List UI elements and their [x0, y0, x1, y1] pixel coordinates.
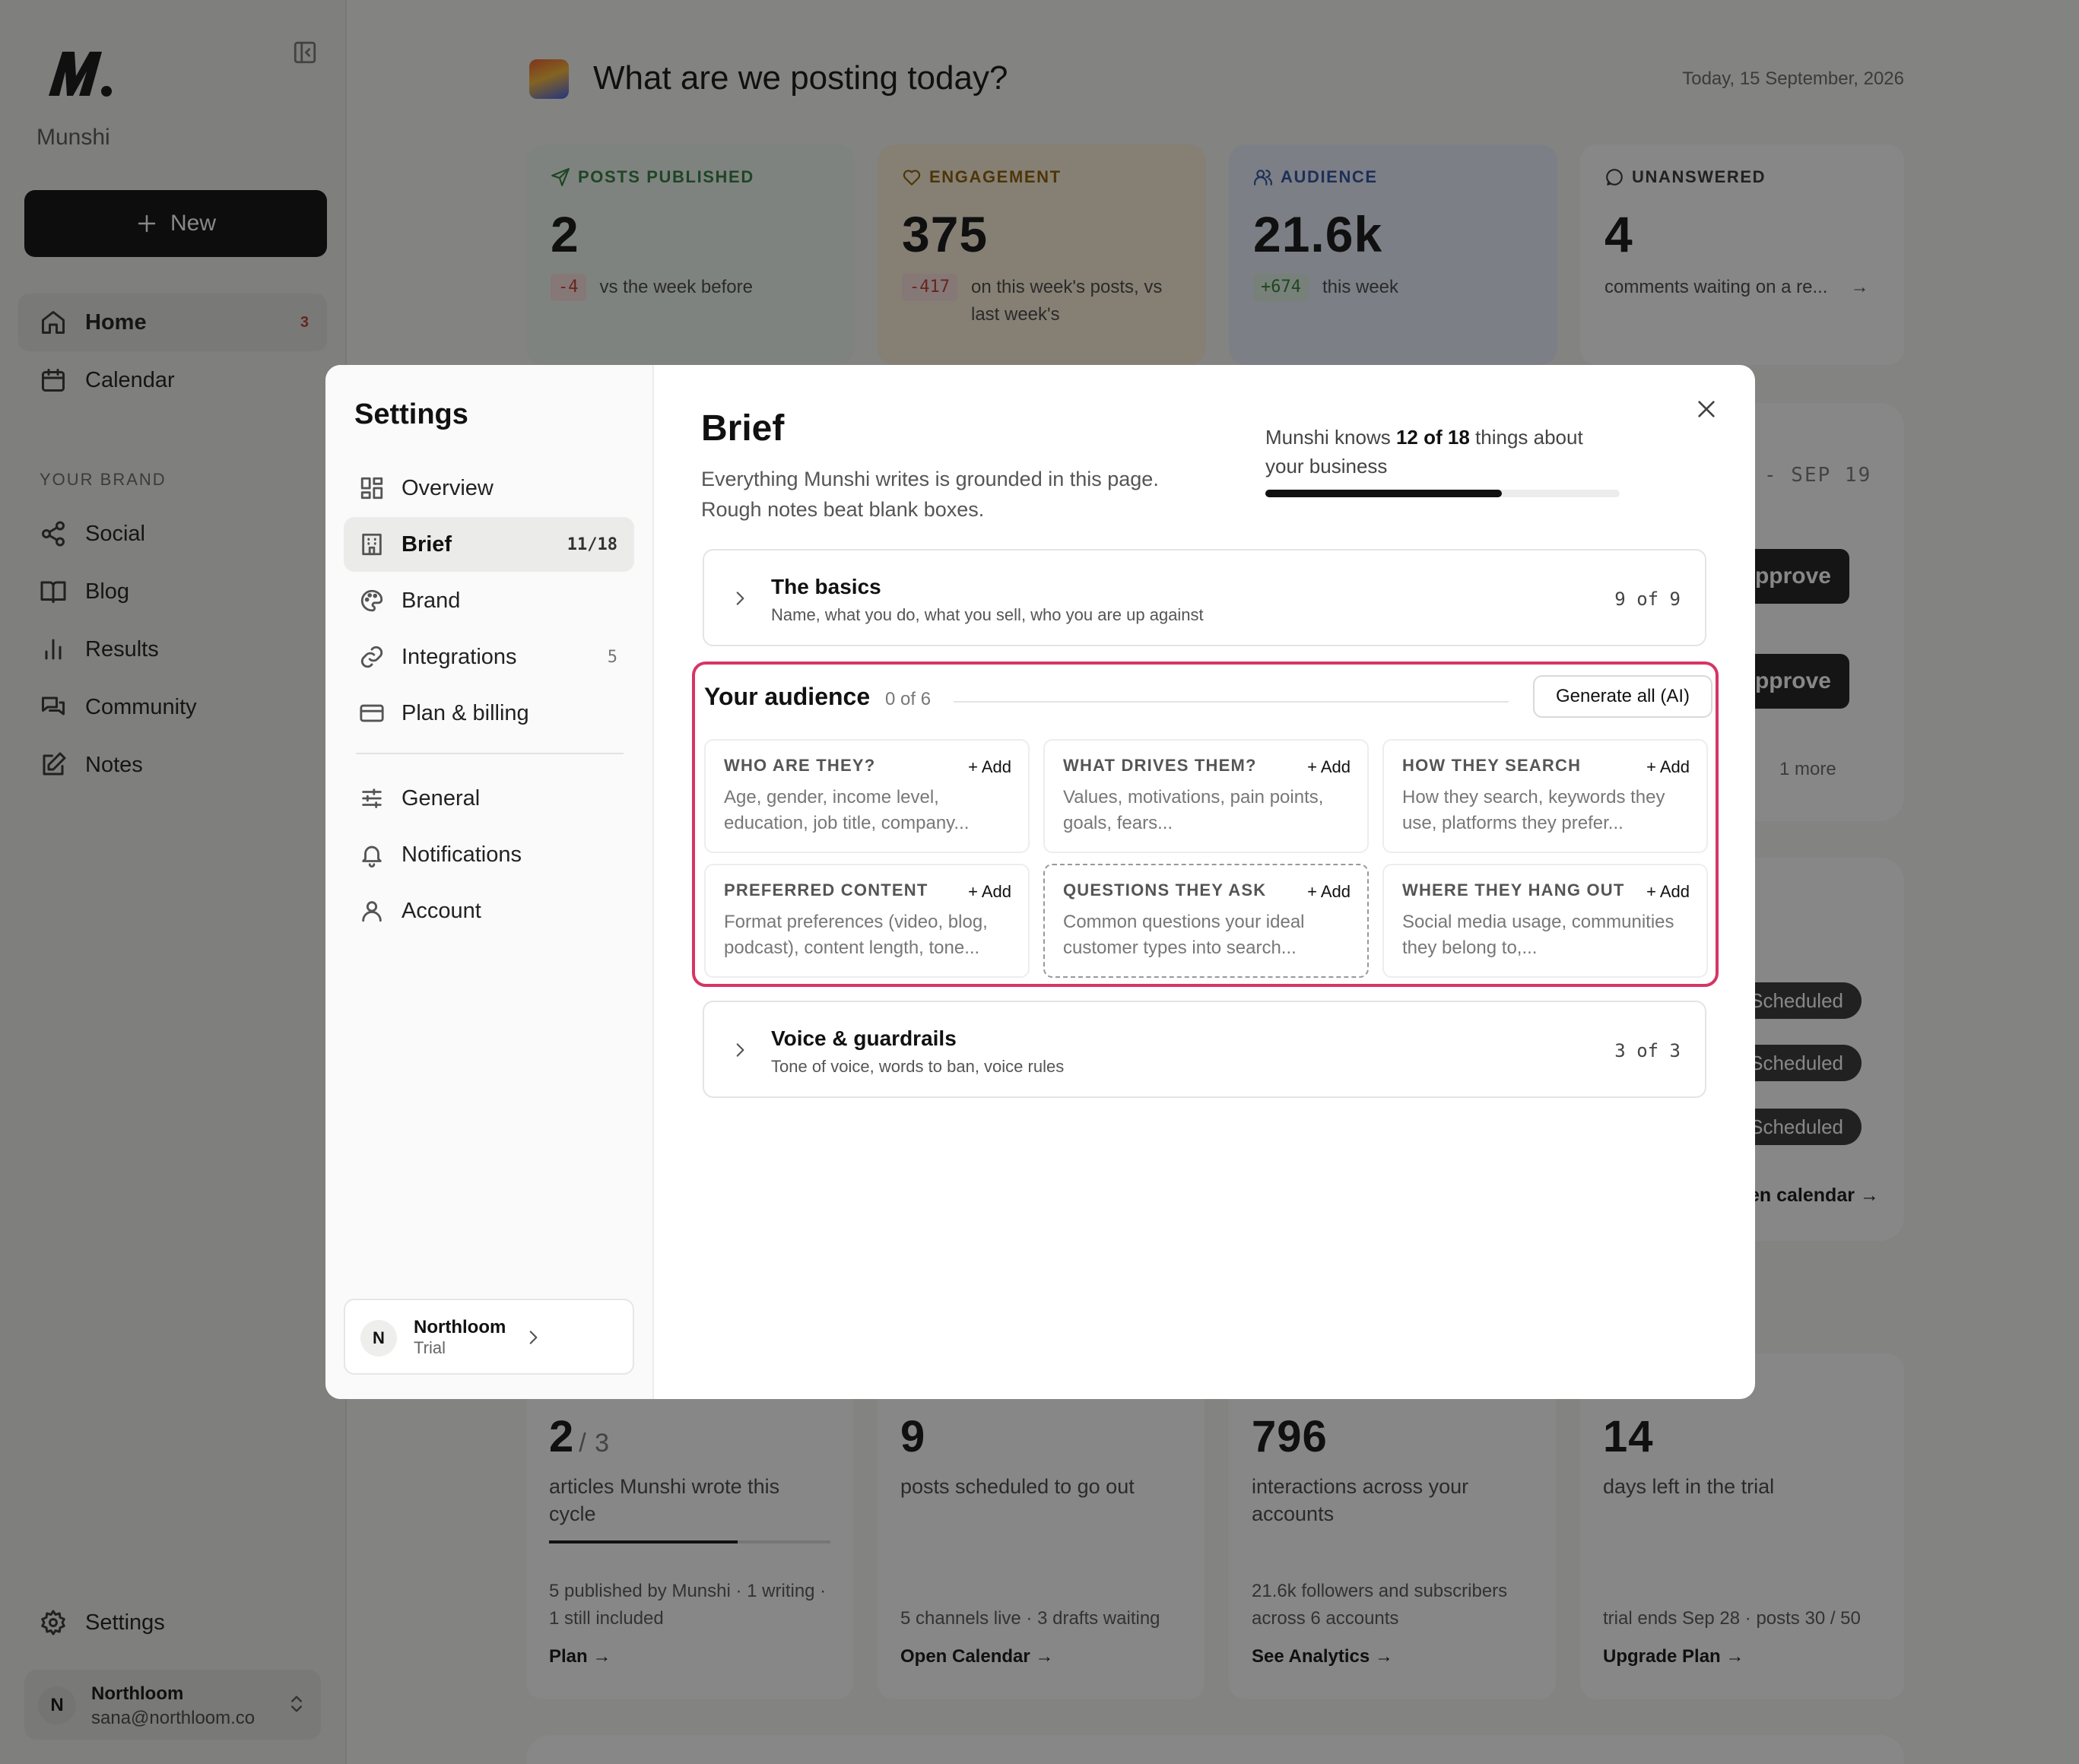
- knowledge-progress: [1265, 490, 1620, 497]
- section-count: 0 of 6: [885, 689, 932, 709]
- knowledge-summary: Munshi knows 12 of 18 things about your …: [1265, 423, 1623, 481]
- section-title: The basics: [771, 575, 881, 598]
- field-placeholder: Values, motivations, pain points, goals,…: [1063, 787, 1324, 833]
- add-button[interactable]: + Add: [1646, 757, 1690, 777]
- settings-nav-brief[interactable]: Brief 11/18: [344, 517, 634, 572]
- add-button[interactable]: + Add: [968, 882, 1011, 902]
- field-preferred-content[interactable]: PREFERRED CONTENT + Add Format preferenc…: [704, 864, 1030, 978]
- settings-nav-label: Account: [402, 898, 481, 923]
- add-button[interactable]: + Add: [1307, 757, 1351, 777]
- settings-nav-brand[interactable]: Brand: [344, 573, 634, 628]
- field-placeholder: How they search, keywords they use, plat…: [1402, 787, 1665, 833]
- field-label: QUESTIONS THEY ASK: [1063, 880, 1267, 899]
- user-icon: [359, 898, 385, 924]
- field-label: PREFERRED CONTENT: [724, 880, 928, 899]
- section-your-audience: Your audience 0 of 6 Generate all (AI) W…: [692, 662, 1719, 987]
- credit-card-icon: [359, 700, 385, 726]
- settings-nav-label: Notifications: [402, 842, 522, 867]
- workspace-plan: Trial: [414, 1338, 446, 1357]
- section-voice-guardrails[interactable]: Voice & guardrails Tone of voice, words …: [703, 1001, 1706, 1098]
- settings-nav-general[interactable]: General: [344, 771, 634, 826]
- workspace-name: Northloom: [414, 1317, 506, 1337]
- settings-nav-label: General: [402, 785, 481, 811]
- settings-nav-label: Integrations: [402, 644, 517, 669]
- brief-progress-badge: 11/18: [567, 535, 617, 554]
- field-label: WHO ARE THEY?: [724, 756, 876, 775]
- field-label: WHERE THEY HANG OUT: [1402, 880, 1625, 899]
- section-the-basics[interactable]: The basics Name, what you do, what you s…: [703, 549, 1706, 646]
- field-label: HOW THEY SEARCH: [1402, 756, 1582, 775]
- field-where-they-hang-out[interactable]: WHERE THEY HANG OUT + Add Social media u…: [1382, 864, 1708, 978]
- settings-divider: [356, 753, 624, 754]
- settings-title: Settings: [354, 398, 468, 430]
- chevron-right-icon: [730, 1040, 750, 1060]
- knowledge-prefix: Munshi knows: [1265, 426, 1391, 449]
- field-placeholder: Social media usage, communities they bel…: [1402, 912, 1674, 958]
- generate-all-ai-button[interactable]: Generate all (AI): [1533, 675, 1712, 718]
- field-who-are-they[interactable]: WHO ARE THEY? + Add Age, gender, income …: [704, 739, 1030, 853]
- settings-sidebar: Settings Overview Brief 11/18 Brand Inte…: [325, 365, 654, 1399]
- link-icon: [359, 644, 385, 670]
- settings-nav-plan-billing[interactable]: Plan & billing: [344, 686, 634, 741]
- field-what-drives-them[interactable]: WHAT DRIVES THEM? + Add Values, motivati…: [1043, 739, 1369, 853]
- field-how-they-search[interactable]: HOW THEY SEARCH + Add How they search, k…: [1382, 739, 1708, 853]
- field-placeholder: Age, gender, income level, education, jo…: [724, 787, 970, 833]
- workspace-avatar: N: [360, 1320, 397, 1356]
- section-title: Your audience: [704, 683, 871, 710]
- section-title: Voice & guardrails: [771, 1026, 957, 1050]
- integrations-count-badge: 5: [607, 647, 617, 667]
- chevron-right-icon: [730, 589, 750, 608]
- chevron-right-icon: [523, 1328, 543, 1347]
- settings-nav-label: Overview: [402, 475, 494, 500]
- knowledge-progress-fill: [1265, 490, 1502, 497]
- bell-icon: [359, 842, 385, 868]
- field-label: WHAT DRIVES THEM?: [1063, 756, 1257, 775]
- close-icon[interactable]: [1694, 397, 1719, 421]
- building-icon: [359, 531, 385, 557]
- knowledge-count: 12 of 18: [1395, 426, 1470, 449]
- settings-nav-overview[interactable]: Overview: [344, 461, 634, 516]
- settings-nav-account[interactable]: Account: [344, 884, 634, 938]
- add-button[interactable]: + Add: [1307, 882, 1351, 902]
- add-button[interactable]: + Add: [968, 757, 1011, 777]
- field-placeholder: Common questions your ideal customer typ…: [1063, 912, 1305, 958]
- settings-nav-notifications[interactable]: Notifications: [344, 827, 634, 882]
- sliders-icon: [359, 785, 385, 811]
- settings-nav-label: Plan & billing: [402, 700, 529, 725]
- grid-icon: [359, 475, 385, 501]
- settings-nav-label: Brief: [402, 531, 452, 557]
- section-divider: [954, 701, 1509, 703]
- section-subtitle: Tone of voice, words to ban, voice rules: [771, 1057, 1065, 1076]
- section-count: 9 of 9: [1614, 589, 1681, 610]
- brief-description: Everything Munshi writes is grounded in …: [701, 468, 1159, 521]
- section-count: 3 of 3: [1614, 1040, 1681, 1061]
- settings-nav-label: Brand: [402, 588, 461, 613]
- settings-nav-integrations[interactable]: Integrations 5: [344, 630, 634, 684]
- field-placeholder: Format preferences (video, blog, podcast…: [724, 912, 988, 958]
- add-button[interactable]: + Add: [1646, 882, 1690, 902]
- palette-icon: [359, 588, 385, 614]
- section-subtitle: Name, what you do, what you sell, who yo…: [771, 605, 1204, 624]
- workspace-switcher[interactable]: N Northloom Trial: [344, 1299, 634, 1375]
- field-questions-they-ask[interactable]: QUESTIONS THEY ASK + Add Common question…: [1043, 864, 1369, 978]
- brief-title: Brief: [701, 408, 785, 449]
- settings-modal: Settings Overview Brief 11/18 Brand Inte…: [325, 365, 1755, 1399]
